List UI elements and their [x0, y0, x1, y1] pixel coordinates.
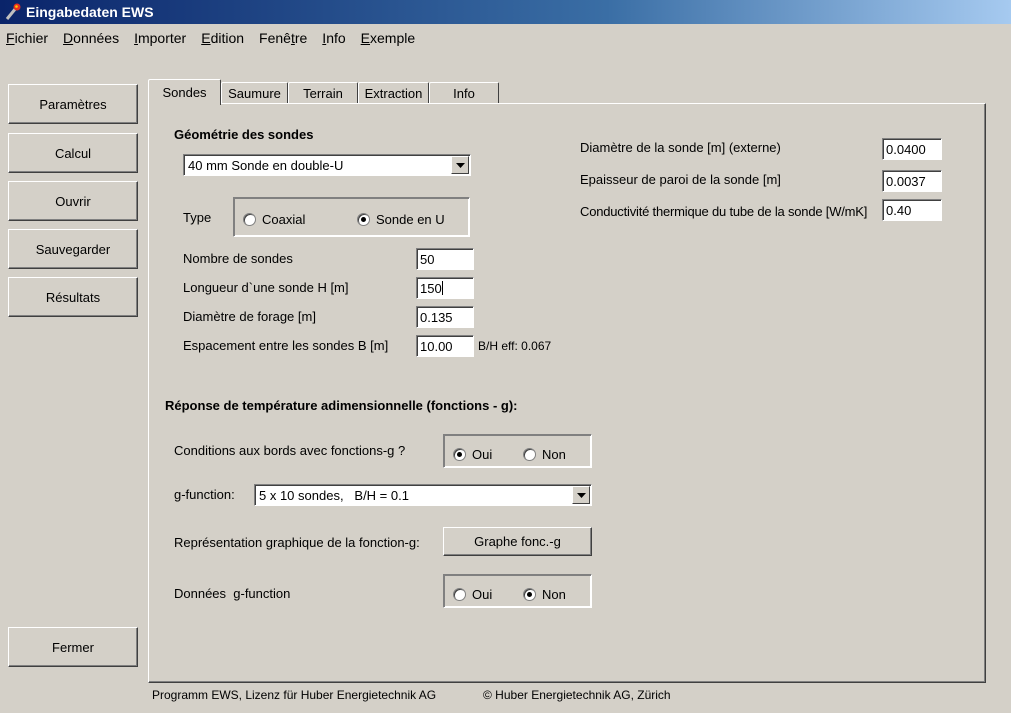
- pipe-epaisseur-label: Epaisseur de paroi de la sonde [m]: [580, 172, 781, 187]
- parametres-button[interactable]: Paramètres: [8, 84, 138, 124]
- diametre-forage-label: Diamètre de forage [m]: [183, 309, 316, 324]
- donnees-label: Données g-function: [174, 586, 291, 601]
- resultats-button[interactable]: Résultats: [8, 277, 138, 317]
- radio-sonde-u-circle: [357, 213, 370, 226]
- menu-info[interactable]: Info: [316, 30, 345, 46]
- menu-donnees[interactable]: Données: [57, 30, 119, 46]
- sauvegarder-button[interactable]: Sauvegarder: [8, 229, 138, 269]
- menu-importer[interactable]: Importer: [128, 30, 186, 46]
- radio-donnees-oui-circle: [453, 588, 466, 601]
- radio-conditions-non-circle: [523, 448, 536, 461]
- espacement-label: Espacement entre les sondes B [m]: [183, 338, 389, 353]
- longueur-input[interactable]: 150: [416, 277, 474, 299]
- dropdown-button[interactable]: [451, 156, 469, 174]
- graphe-fonc-g-button[interactable]: Graphe fonc.-g: [443, 527, 592, 556]
- chevron-down-icon: [576, 492, 586, 498]
- radio-sonde-u[interactable]: Sonde en U: [357, 212, 445, 227]
- longueur-label: Longueur d`une sonde H [m]: [183, 280, 349, 295]
- nombre-label: Nombre de sondes: [183, 251, 293, 266]
- text-cursor: [441, 281, 443, 295]
- calcul-button[interactable]: Calcul: [8, 133, 138, 173]
- bh-eff: B/H eff: 0.067: [478, 339, 552, 353]
- menu-exemple[interactable]: Exemple: [355, 30, 415, 46]
- conditions-label: Conditions aux bords avec fonctions-g ?: [174, 443, 406, 458]
- menu-bar: Fichier Données Importer Edition Fenêtre…: [0, 26, 1011, 50]
- radio-conditions-oui[interactable]: Oui: [453, 447, 492, 462]
- gfunction-select[interactable]: 5 x 10 sondes, B/H = 0.1: [254, 484, 592, 506]
- radio-donnees-oui[interactable]: Oui: [453, 587, 492, 602]
- fermer-button[interactable]: Fermer: [8, 627, 138, 667]
- pipe-conductivite-input[interactable]: 0.40: [882, 199, 942, 221]
- pipe-diametre-label: Diamètre de la sonde [m] (externe): [580, 140, 781, 155]
- menu-fichier[interactable]: Fichier: [0, 30, 48, 46]
- tab-terrain[interactable]: Terrain: [288, 82, 358, 104]
- pipe-conductivite-label: Conductivité thermique du tube de la son…: [580, 204, 868, 219]
- espacement-input[interactable]: 10.00: [416, 335, 474, 357]
- ouvrir-button[interactable]: Ouvrir: [8, 181, 138, 221]
- gfunc-heading: Réponse de température adimensionnelle (…: [165, 398, 518, 413]
- tab-extraction[interactable]: Extraction: [358, 82, 429, 104]
- graph-label: Représentation graphique de la fonction-…: [174, 535, 420, 550]
- tab-saumure[interactable]: Saumure: [221, 82, 288, 104]
- menu-fenetre[interactable]: Fenêtre: [253, 30, 307, 46]
- footer-copyright: © Huber Energietechnik AG, Zürich: [483, 688, 671, 702]
- radio-coaxial[interactable]: Coaxial: [243, 212, 305, 227]
- diametre-forage-input[interactable]: 0.135: [416, 306, 474, 328]
- pipe-epaisseur-input[interactable]: 0.0037: [882, 170, 942, 192]
- probe-type-select[interactable]: 40 mm Sonde en double-U: [183, 154, 471, 176]
- footer-license: Programm EWS, Lizenz für Huber Energiete…: [152, 688, 437, 702]
- window-title: Eingabedaten EWS: [26, 4, 154, 20]
- menu-edition[interactable]: Edition: [195, 30, 244, 46]
- radio-donnees-non-circle: [523, 588, 536, 601]
- chevron-down-icon: [455, 162, 465, 168]
- gfunction-value: 5 x 10 sondes, B/H = 0.1: [259, 488, 409, 503]
- radio-conditions-oui-circle: [453, 448, 466, 461]
- nombre-input[interactable]: 50: [416, 248, 474, 270]
- gfunction-label: g-function:: [174, 487, 235, 502]
- type-label: Type: [183, 210, 212, 225]
- title-bar: Eingabedaten EWS: [0, 0, 1011, 24]
- radio-conditions-non[interactable]: Non: [523, 447, 566, 462]
- app-icon: [5, 3, 21, 20]
- radio-coaxial-circle: [243, 213, 256, 226]
- tab-info[interactable]: Info: [429, 82, 499, 104]
- radio-donnees-non[interactable]: Non: [523, 587, 566, 602]
- pipe-diametre-input[interactable]: 0.0400: [882, 138, 942, 160]
- gfunction-dropdown-button[interactable]: [572, 486, 590, 504]
- probe-type-value: 40 mm Sonde en double-U: [188, 158, 344, 173]
- tab-sondes[interactable]: Sondes: [148, 79, 221, 105]
